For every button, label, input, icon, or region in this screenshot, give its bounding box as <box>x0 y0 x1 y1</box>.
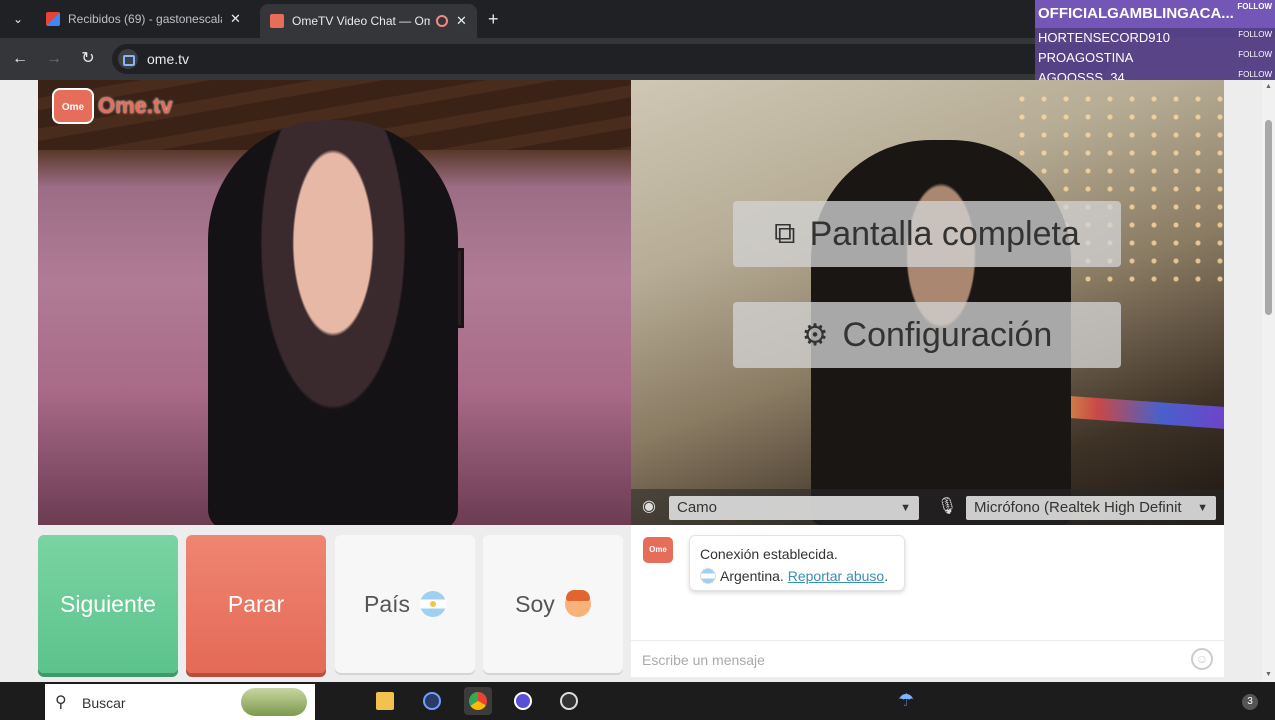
report-abuse-link[interactable]: Reportar abuso <box>788 568 885 584</box>
new-tab-icon[interactable]: + <box>488 9 499 29</box>
file-explorer-icon[interactable] <box>371 687 399 715</box>
ometv-logo-text: Ome.tv <box>98 93 173 118</box>
gear-icon: ⚙ <box>801 318 829 352</box>
recording-icon <box>436 15 448 27</box>
ometv-logo-icon: Ome <box>52 88 94 124</box>
tab-ometv[interactable]: OmeTV Video Chat — Ome ✕ <box>260 4 477 38</box>
next-button[interactable]: Siguiente <box>38 535 178 673</box>
message-input[interactable]: Escribe un mensaje ☺ <box>631 640 1224 677</box>
person-silhouette <box>208 120 458 525</box>
gmail-icon <box>46 12 60 26</box>
partner-video: Ome Ome.tv <box>38 80 631 525</box>
chevron-down-icon: ▼ <box>900 502 911 514</box>
tab-title: Recibidos (69) - gastonescalant <box>68 12 222 26</box>
stop-button[interactable]: Parar <box>186 535 326 673</box>
scroll-down-icon[interactable]: ▼ <box>1265 671 1272 678</box>
self-video: ⧉ Pantalla completa ⚙ Configuración ◉ Ca… <box>631 80 1224 525</box>
follower-row: HORTENSECORD910 FOLLOW <box>1035 28 1275 48</box>
microphone-icon: 🎙 <box>936 498 958 515</box>
fullscreen-button[interactable]: ⧉ Pantalla completa <box>733 201 1121 267</box>
emoji-icon[interactable]: ☺ <box>1191 648 1213 670</box>
period-text: . <box>884 568 889 584</box>
microphone-select-value: Micrófono (Realtek High Definit <box>974 499 1182 516</box>
ometv-logo: Ome Ome.tv <box>52 88 173 124</box>
weather-icon[interactable]: ☂ <box>898 690 914 711</box>
follow-label: FOLLOW <box>1238 30 1272 39</box>
site-info-icon[interactable] <box>118 49 138 69</box>
follow-label: FOLLOW <box>1238 50 1272 59</box>
camera-select-value: Camo <box>677 499 718 516</box>
address-bar[interactable]: ome.tv <box>112 44 1112 74</box>
chevron-down-icon: ▼ <box>1197 502 1208 514</box>
boy-avatar-icon <box>564 590 591 617</box>
system-message: Conexión establecida. Argentina. Reporta… <box>689 535 905 591</box>
gender-label: Soy <box>515 590 555 617</box>
reload-icon[interactable]: ↻ <box>78 49 98 69</box>
follower-row: OFFICIALGAMBLINGACA... FOLLOW <box>1035 0 1275 28</box>
next-label: Siguiente <box>60 590 156 617</box>
country-label: País <box>363 590 411 617</box>
chrome-icon[interactable] <box>464 687 492 715</box>
tab-title: OmeTV Video Chat — Ome <box>292 14 430 28</box>
country-line: Argentina. Reportar abuso. <box>700 565 894 587</box>
ometv-favicon-icon <box>270 14 284 28</box>
country-button[interactable]: País <box>335 535 475 673</box>
forward-icon[interactable]: → <box>44 49 64 69</box>
partner-country: Argentina. <box>720 568 784 584</box>
ometv-chat-logo-icon: Ome <box>643 537 673 563</box>
address-url: ome.tv <box>147 51 190 67</box>
settings-button[interactable]: ⚙ Configuración <box>733 302 1121 368</box>
streaming-app-icon[interactable] <box>509 687 537 715</box>
webcam-icon: ◉ <box>642 498 656 515</box>
argentina-flag-icon <box>700 568 716 584</box>
taskbar-search[interactable]: ⚲ Buscar <box>45 684 315 720</box>
app-icon[interactable] <box>418 687 446 715</box>
microphone-select[interactable]: Micrófono (Realtek High Definit ▼ <box>966 496 1216 520</box>
scroll-up-icon[interactable]: ▲ <box>1265 83 1272 90</box>
argentina-flag-icon <box>420 591 447 617</box>
search-placeholder: Buscar <box>82 695 126 711</box>
device-bar: ◉ Camo ▼ 🎙 Micrófono (Realtek High Defin… <box>631 489 1224 525</box>
fullscreen-label: Pantalla completa <box>809 214 1080 253</box>
follower-name: OFFICIALGAMBLINGACA... <box>1038 5 1234 22</box>
close-icon[interactable]: ✕ <box>230 11 241 27</box>
message-placeholder: Escribe un mensaje <box>642 652 765 668</box>
connection-status: Conexión establecida. <box>700 546 838 562</box>
search-highlight-image <box>241 688 307 716</box>
search-icon: ⚲ <box>55 694 67 711</box>
follow-label: FOLLOW <box>1237 2 1272 11</box>
page-scrollbar[interactable]: ▲ ▼ <box>1262 80 1275 682</box>
obs-icon[interactable] <box>555 687 583 715</box>
gender-button[interactable]: Soy <box>483 535 623 673</box>
windows-taskbar: ⚲ Buscar ☂ 3 <box>0 682 1275 720</box>
ometv-page: Ome Ome.tv ⧉ Pantalla completa ⚙ Configu… <box>0 80 1262 682</box>
follower-row: PROAGOSTINA FOLLOW <box>1035 48 1275 68</box>
follower-name: PROAGOSTINA <box>1038 50 1134 65</box>
stream-follow-overlay: OFFICIALGAMBLINGACA... FOLLOW HORTENSECO… <box>1035 0 1275 88</box>
notification-badge[interactable]: 3 <box>1242 694 1258 710</box>
back-icon[interactable]: ← <box>10 49 30 69</box>
chat-panel: Ome Conexión establecida. Argentina. Rep… <box>631 525 1224 677</box>
scroll-thumb[interactable] <box>1265 120 1272 315</box>
close-icon[interactable]: ✕ <box>456 13 467 29</box>
tab-gmail[interactable]: Recibidos (69) - gastonescalant ✕ <box>36 6 251 32</box>
stop-label: Parar <box>227 590 285 617</box>
follower-name: HORTENSECORD910 <box>1038 30 1170 45</box>
fullscreen-icon: ⧉ <box>774 217 796 250</box>
tab-search-menu-icon[interactable]: ⌄ <box>8 9 28 29</box>
settings-label: Configuración <box>842 315 1053 354</box>
camera-select[interactable]: Camo ▼ <box>669 496 919 520</box>
